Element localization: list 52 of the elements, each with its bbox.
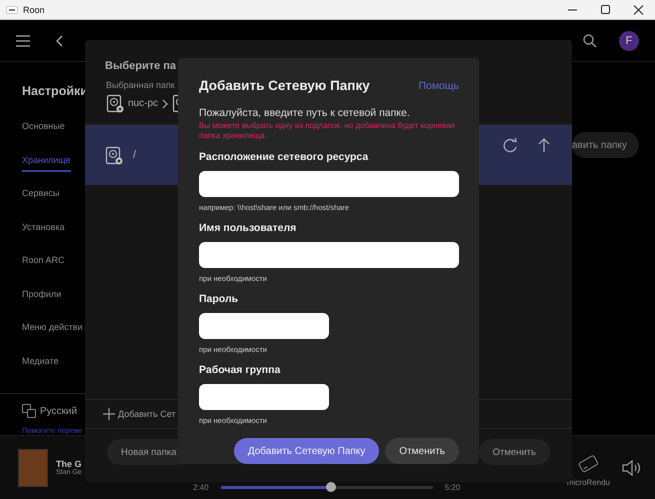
menu-icon[interactable] (16, 34, 30, 48)
sidebar-item[interactable]: Установка (22, 220, 65, 236)
total-time: 5:20 (444, 483, 460, 492)
zone-name[interactable]: microRendu (566, 478, 610, 487)
track-title[interactable]: The G (56, 459, 82, 469)
warning-text: Вы можете выбрать одну из подлапок, но добавлена будет корневая папка хранилища. (199, 121, 456, 141)
sidebar-item[interactable]: Сервисы (22, 186, 60, 203)
dialog-button[interactable]: Отменить (478, 439, 550, 465)
window-title: Roon (23, 4, 45, 14)
input-field[interactable] (199, 242, 459, 268)
refresh-icon[interactable] (503, 138, 518, 153)
sidebar-item[interactable]: Хранилище (22, 152, 71, 172)
sidebar-item[interactable]: Меню действи (22, 320, 83, 337)
instruction-text: Пожалуйста, введите путь к сетевой папке. (199, 107, 411, 119)
drive-icon (106, 94, 124, 113)
drive-icon (105, 146, 123, 164)
cancel-button[interactable]: Отменить (385, 438, 459, 464)
profile-avatar[interactable]: F (619, 30, 639, 50)
dialog-title: Добавить Сетевую Папку (199, 78, 370, 93)
up-arrow-icon[interactable] (538, 138, 550, 153)
chevron-icon (162, 98, 168, 108)
language-selector[interactable]: Русский (40, 406, 78, 416)
dialog-title: Выберите па (105, 60, 176, 72)
help-link[interactable]: Помощь (418, 80, 459, 92)
progress-thumb[interactable] (326, 482, 336, 492)
volume-icon[interactable] (622, 458, 641, 476)
maximize-icon[interactable] (600, 4, 611, 14)
breadcrumb-item[interactable]: nuc-pc (128, 98, 158, 109)
close-icon[interactable] (633, 4, 644, 14)
add-network-folder-button[interactable]: Добавить Сетевую Папку (234, 438, 380, 464)
input-field[interactable] (199, 384, 329, 410)
back-icon[interactable] (56, 34, 63, 46)
search-icon[interactable] (583, 34, 597, 48)
field-label: Имя пользователя (199, 222, 296, 236)
language-icon (22, 404, 36, 418)
plus-icon (103, 408, 115, 420)
app-logo-icon (6, 4, 18, 16)
field-label: Пароль (199, 293, 238, 307)
field-label: Расположение сетевого ресурса (199, 151, 368, 165)
field-label: Рабочая группа (199, 364, 280, 378)
device-icon[interactable] (577, 455, 600, 475)
add-folder-button[interactable]: авить папку (572, 132, 639, 158)
elapsed-time: 2:40 (193, 483, 209, 492)
settings-heading: Настройки (22, 84, 85, 98)
input-field[interactable] (199, 171, 459, 197)
input-field[interactable] (199, 313, 329, 339)
sidebar-item[interactable]: Roon ARC (22, 253, 65, 270)
sidebar-item[interactable]: Медиате (22, 354, 59, 370)
sidebar-item[interactable]: Профили (22, 286, 62, 304)
folder-name: / (133, 149, 136, 161)
selected-folder-label: Выбранная папк (106, 80, 175, 90)
sidebar-item[interactable]: Основные (22, 119, 65, 136)
